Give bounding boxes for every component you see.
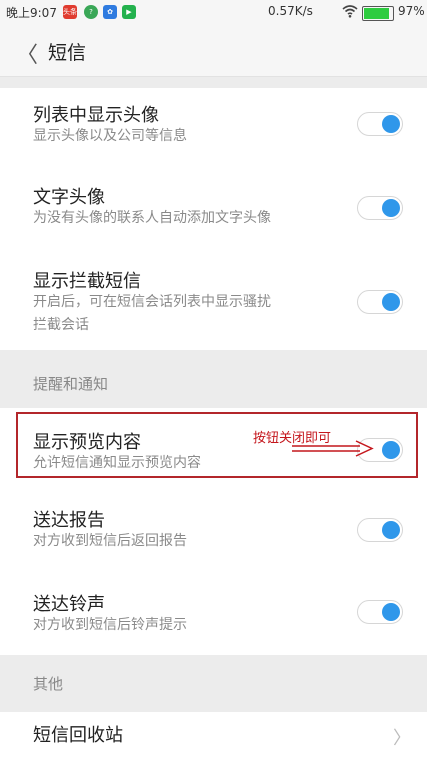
other-settings-section: 短信回收站 〉 (0, 712, 427, 759)
setting-title: 列表中显示头像 (33, 105, 159, 126)
toggle-switch[interactable] (357, 518, 403, 542)
setting-row-recycle-bin[interactable]: 短信回收站 〉 (0, 712, 427, 759)
toggle-switch[interactable] (357, 290, 403, 314)
chevron-right-icon: 〉 (393, 728, 411, 749)
toggle-switch[interactable] (357, 600, 403, 624)
section-header-notifications: 提醒和通知 (33, 375, 109, 393)
battery-icon (362, 6, 394, 21)
status-time: 晚上9:07 (6, 6, 57, 20)
news-app-icon: 头条 (63, 5, 77, 19)
battery-percent: 97% (398, 4, 425, 18)
setting-title: 送达铃声 (33, 594, 105, 615)
setting-subtitle: 对方收到短信后返回报告 (33, 533, 187, 549)
display-settings-section: 列表中显示头像 显示头像以及公司等信息 文字头像 为没有头像的联系人自动添加文字… (0, 88, 427, 350)
setting-subtitle: 对方收到短信后铃声提示 (33, 617, 187, 633)
setting-subtitle-line2: 拦截会话 (33, 317, 89, 333)
paw-app-icon: ✿ (103, 5, 117, 19)
toggle-knob (382, 603, 400, 621)
toggle-knob (382, 293, 400, 311)
toggle-switch[interactable] (357, 112, 403, 136)
section-header-other: 其他 (33, 675, 64, 693)
toggle-knob (382, 521, 400, 539)
setting-title: 文字头像 (33, 187, 105, 208)
toggle-knob (382, 441, 400, 459)
setting-row-list-avatar[interactable]: 列表中显示头像 显示头像以及公司等信息 (0, 88, 427, 162)
setting-row-delivery-report[interactable]: 送达报告 对方收到短信后返回报告 (0, 494, 427, 568)
play-app-icon: ▶ (122, 5, 136, 19)
setting-subtitle: 允许短信通知显示预览内容 (33, 455, 201, 471)
setting-subtitle: 显示头像以及公司等信息 (33, 128, 187, 144)
setting-title: 显示预览内容 (33, 432, 141, 453)
annotation-arrow-icon (292, 440, 374, 457)
setting-title: 送达报告 (33, 510, 105, 531)
setting-row-delivery-ringtone[interactable]: 送达铃声 对方收到短信后铃声提示 (0, 576, 427, 652)
back-arrow-icon[interactable]: 〈 (16, 37, 38, 69)
toggle-switch[interactable] (357, 196, 403, 220)
status-bar: 晚上9:07 头条 ? ✿ ▶ 0.57K/s 97% (0, 0, 427, 24)
setting-row-blocked-sms[interactable]: 显示拦截短信 开启后，可在短信会话列表中显示骚扰 拦截会话 (0, 254, 427, 350)
network-speed: 0.57K/s (268, 4, 313, 18)
top-nav-bar: 〈 短信 (0, 24, 427, 77)
setting-title: 短信回收站 (33, 725, 123, 746)
setting-subtitle: 为没有头像的联系人自动添加文字头像 (33, 210, 271, 226)
setting-subtitle: 开启后，可在短信会话列表中显示骚扰 (33, 294, 271, 310)
setting-row-text-avatar[interactable]: 文字头像 为没有头像的联系人自动添加文字头像 (0, 170, 427, 244)
toggle-knob (382, 199, 400, 217)
wifi-icon (342, 5, 358, 18)
question-app-icon: ? (84, 5, 98, 19)
toggle-knob (382, 115, 400, 133)
page-title: 短信 (48, 42, 87, 64)
setting-title: 显示拦截短信 (33, 271, 141, 292)
